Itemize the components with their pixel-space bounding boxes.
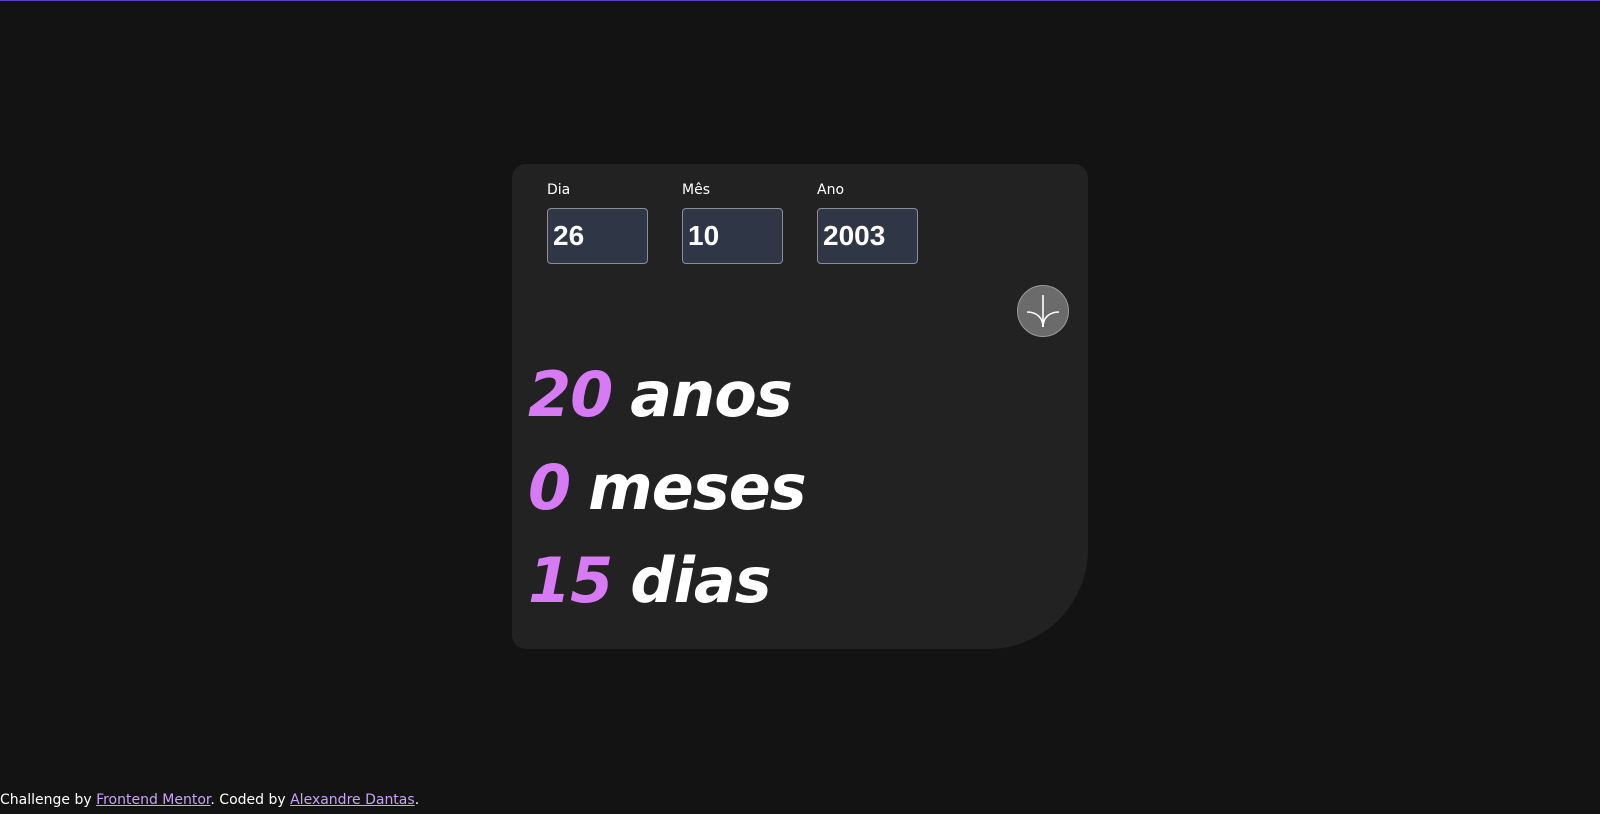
result-days: 15 dias [528,544,772,617]
top-accent-line [0,0,1600,1]
footer-middle: . Coded by [210,792,286,808]
day-input[interactable] [547,208,648,264]
result-months: 0 meses [528,451,807,524]
author-link[interactable]: Alexandre Dantas [290,792,415,808]
attribution-footer: Challenge by Frontend Mentor. Coded by A… [0,791,419,809]
days-value: 15 [528,544,613,617]
footer-suffix: . [414,792,420,808]
calculate-button[interactable] [1017,285,1069,337]
days-unit: dias [630,544,771,617]
months-value: 0 [528,451,571,524]
frontend-mentor-link[interactable]: Frontend Mentor [96,792,210,808]
result-years: 20 anos [528,358,793,431]
months-unit: meses [588,451,807,524]
year-field: Ano [817,182,918,264]
month-label: Mês [682,182,710,198]
day-field: Dia [547,182,648,264]
years-value: 20 [528,358,613,431]
age-calculator-card: Dia Mês Ano 20anos 0meses 15dias [512,164,1088,649]
month-input[interactable] [682,208,783,264]
arrow-down-icon [1026,295,1060,328]
month-field: Mês [682,182,783,264]
year-label: Ano [817,182,845,198]
years-unit: anos [630,358,792,431]
year-input[interactable] [817,208,918,264]
footer-prefix: Challenge by [0,792,92,808]
day-label: Dia [547,182,571,198]
